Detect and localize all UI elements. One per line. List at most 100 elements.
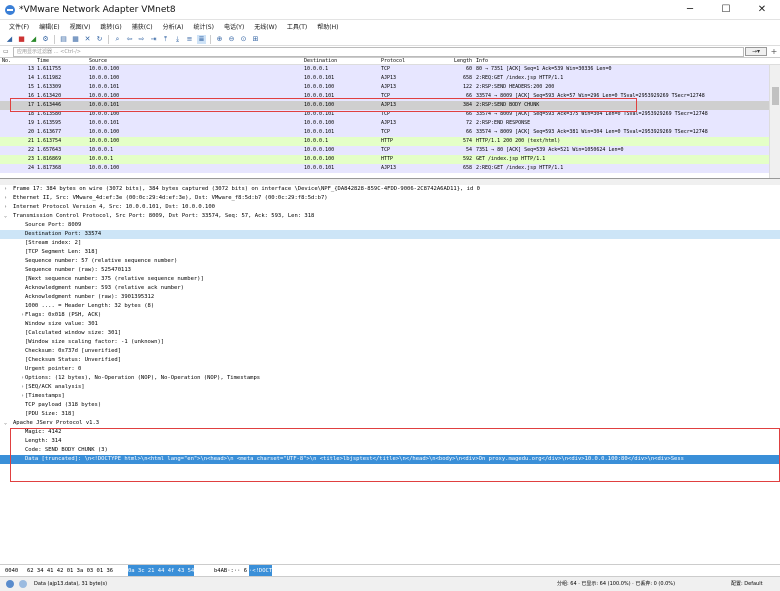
menu-statistics[interactable]: 统计(S)	[188, 22, 219, 31]
open-file-icon[interactable]: ▤	[59, 35, 68, 44]
detail-row[interactable]: Sequence number (raw): 525470113	[0, 266, 780, 275]
display-filter-input[interactable]: 应用显示过滤器 … <Ctrl-/>	[13, 46, 744, 57]
forward-icon[interactable]: ⇨	[137, 35, 146, 44]
menu-file[interactable]: 文件(F)	[4, 22, 34, 31]
packet-row[interactable]: 19 1.613595 10.0.0.101 10.0.0.100 AJP13 72 2:R…	[0, 119, 780, 128]
expand-arrow-icon[interactable]: ›	[4, 194, 7, 203]
capture-comment-icon[interactable]	[19, 580, 27, 588]
col-length[interactable]: Length	[453, 58, 472, 65]
menu-help[interactable]: 帮助(H)	[312, 22, 343, 31]
shark-fin-start-icon[interactable]: ◢	[5, 35, 14, 44]
goto-icon[interactable]: ⇥	[149, 35, 158, 44]
packet-row[interactable]: 20 1.613677 10.0.0.100 10.0.0.101 TCP 66 33574…	[0, 128, 780, 137]
detail-row[interactable]: ⌄ Transmission Control Protocol, Src Port…	[0, 212, 780, 221]
find-icon[interactable]: ⌕	[113, 35, 122, 44]
col-source[interactable]: Source	[89, 58, 107, 65]
close-file-icon[interactable]: ✕	[83, 35, 92, 44]
detail-row[interactable]: [Next sequence number: 375 (relative seq…	[0, 275, 780, 284]
save-icon[interactable]: ▦	[71, 35, 80, 44]
expand-arrow-icon[interactable]: ›	[21, 311, 24, 320]
status-profile[interactable]: 配置: Default	[731, 577, 763, 591]
detail-row[interactable]: › Ethernet II, Src: VMware_4d:ef:3e (00:0…	[0, 194, 780, 203]
menu-tools[interactable]: 工具(T)	[282, 22, 312, 31]
stop-icon[interactable]: ■	[17, 35, 26, 44]
detail-row[interactable]: › Frame 17: 384 bytes on wire (3072 bits)…	[0, 185, 780, 194]
detail-row[interactable]: › [Timestamps]	[0, 392, 780, 401]
expand-arrow-icon[interactable]: ›	[21, 383, 24, 392]
reload-icon[interactable]: ↻	[95, 35, 104, 44]
zoom-in-icon[interactable]: ⊕	[215, 35, 224, 44]
packet-cell-src: 10.0.0.100	[89, 165, 120, 171]
restart-icon[interactable]: ◢	[29, 35, 38, 44]
menu-telephony[interactable]: 电话(Y)	[219, 22, 249, 31]
collapse-arrow-icon[interactable]: ⌄	[4, 212, 7, 221]
detail-row[interactable]: Acknowledgment number (raw): 3901395312	[0, 293, 780, 302]
last-packet-icon[interactable]: ⤓	[173, 35, 182, 44]
packet-row[interactable]: 24 1.817368 10.0.0.100 10.0.0.101 AJP13 658 2:…	[0, 164, 780, 173]
expand-arrow-icon[interactable]: ›	[4, 185, 7, 194]
detail-row[interactable]: › Flags: 0x018 (PSH, ACK)	[0, 311, 780, 320]
detail-row[interactable]: Sequence number: 57 (relative sequence n…	[0, 257, 780, 266]
detail-row[interactable]: ⌄ Apache JServ Protocol v1.3	[0, 419, 780, 428]
detail-row[interactable]: [Window size scaling factor: -1 (unknown…	[0, 338, 780, 347]
menu-view[interactable]: 视图(V)	[65, 22, 96, 31]
packet-row[interactable]: 14 1.611982 10.0.0.100 10.0.0.101 AJP13 658 2:…	[0, 74, 780, 83]
packet-row[interactable]: 13 1.611755 10.0.0.100 10.0.0.1 TCP 60 80 → 73…	[0, 65, 780, 74]
packet-cell-no: 20	[27, 129, 34, 135]
autoscroll-icon[interactable]: ≡	[185, 35, 194, 44]
detail-row[interactable]: Source Port: 8009	[0, 221, 780, 230]
maximize-button[interactable]: ☐	[708, 0, 744, 20]
menu-go[interactable]: 跳转(G)	[95, 22, 126, 31]
detail-row[interactable]: Urgent pointer: 0	[0, 365, 780, 374]
expand-arrow-icon[interactable]: ›	[4, 203, 7, 212]
expand-arrow-icon[interactable]: ›	[21, 374, 24, 383]
detail-row[interactable]: Acknowledgment number: 593 (relative ack…	[0, 284, 780, 293]
packet-row[interactable]: 21 1.613754 10.0.0.100 10.0.0.1 HTTP 574 HTTP/…	[0, 137, 780, 146]
detail-row[interactable]: › Options: (12 bytes), No-Operation (NOP)…	[0, 374, 780, 383]
packet-cell-no: 14	[27, 75, 34, 81]
detail-row[interactable]: [Checksum Status: Unverified]	[0, 356, 780, 365]
scrollbar-thumb[interactable]	[772, 87, 779, 105]
zoom-out-icon[interactable]: ⊖	[227, 35, 236, 44]
minimize-button[interactable]: ─	[672, 0, 708, 20]
col-info[interactable]: Info	[476, 58, 488, 65]
menu-edit[interactable]: 编辑(E)	[34, 22, 64, 31]
options-icon[interactable]: ⚙	[41, 35, 50, 44]
back-icon[interactable]: ⇦	[125, 35, 134, 44]
apply-filter-button[interactable]: →▾	[745, 47, 767, 56]
colorize-icon[interactable]: ≣	[197, 34, 206, 44]
expert-info-icon[interactable]	[6, 580, 14, 588]
packet-row[interactable]: 23 1.816869 10.0.0.1 10.0.0.100 HTTP 592 GET /…	[0, 155, 780, 164]
col-protocol[interactable]: Protocol	[381, 58, 405, 65]
detail-row[interactable]: › [SEQ/ACK analysis]	[0, 383, 780, 392]
detail-row[interactable]: [Stream index: 2]	[0, 239, 780, 248]
menu-capture[interactable]: 捕获(C)	[127, 22, 158, 31]
detail-row[interactable]: Window size value: 301	[0, 320, 780, 329]
packet-row[interactable]: 15 1.613309 10.0.0.101 10.0.0.100 AJP13 122 2:…	[0, 83, 780, 92]
collapse-arrow-icon[interactable]: ⌄	[4, 419, 7, 428]
close-button[interactable]: ✕	[744, 0, 780, 20]
detail-row[interactable]: Checksum: 0x737d [unverified]	[0, 347, 780, 356]
menu-wireless[interactable]: 无线(W)	[249, 22, 282, 31]
detail-row[interactable]: [PDU Size: 318]	[0, 410, 780, 419]
first-packet-icon[interactable]: ⤒	[161, 35, 170, 44]
detail-row[interactable]: [TCP Segment Len: 318]	[0, 248, 780, 257]
col-time[interactable]: Time	[37, 58, 49, 65]
detail-row[interactable]: Destination Port: 33574	[0, 230, 780, 239]
menu-analyze[interactable]: 分析(A)	[158, 22, 189, 31]
packet-row[interactable]: 22 1.657643 10.0.0.1 10.0.0.100 TCP 54 7351 → …	[0, 146, 780, 155]
zoom-reset-icon[interactable]: ⊙	[239, 35, 248, 44]
packet-list-scrollbar[interactable]	[769, 65, 780, 178]
packet-cell-len: 54	[465, 147, 472, 153]
bookmark-icon[interactable]: ▭	[3, 48, 11, 56]
detail-row[interactable]: › Internet Protocol Version 4, Src: 10.0.…	[0, 203, 780, 212]
add-filter-button[interactable]: +	[768, 47, 780, 57]
detail-text: [SEQ/ACK analysis]	[25, 384, 85, 390]
detail-row[interactable]: 1000 .... = Header Length: 32 bytes (8)	[0, 302, 780, 311]
detail-row[interactable]: TCP payload (318 bytes)	[0, 401, 780, 410]
expand-arrow-icon[interactable]: ›	[21, 392, 24, 401]
detail-row[interactable]: [Calculated window size: 301]	[0, 329, 780, 338]
col-destination[interactable]: Destination	[304, 58, 337, 65]
col-no[interactable]: No.	[2, 58, 34, 65]
resize-columns-icon[interactable]: ⊞	[251, 35, 260, 44]
